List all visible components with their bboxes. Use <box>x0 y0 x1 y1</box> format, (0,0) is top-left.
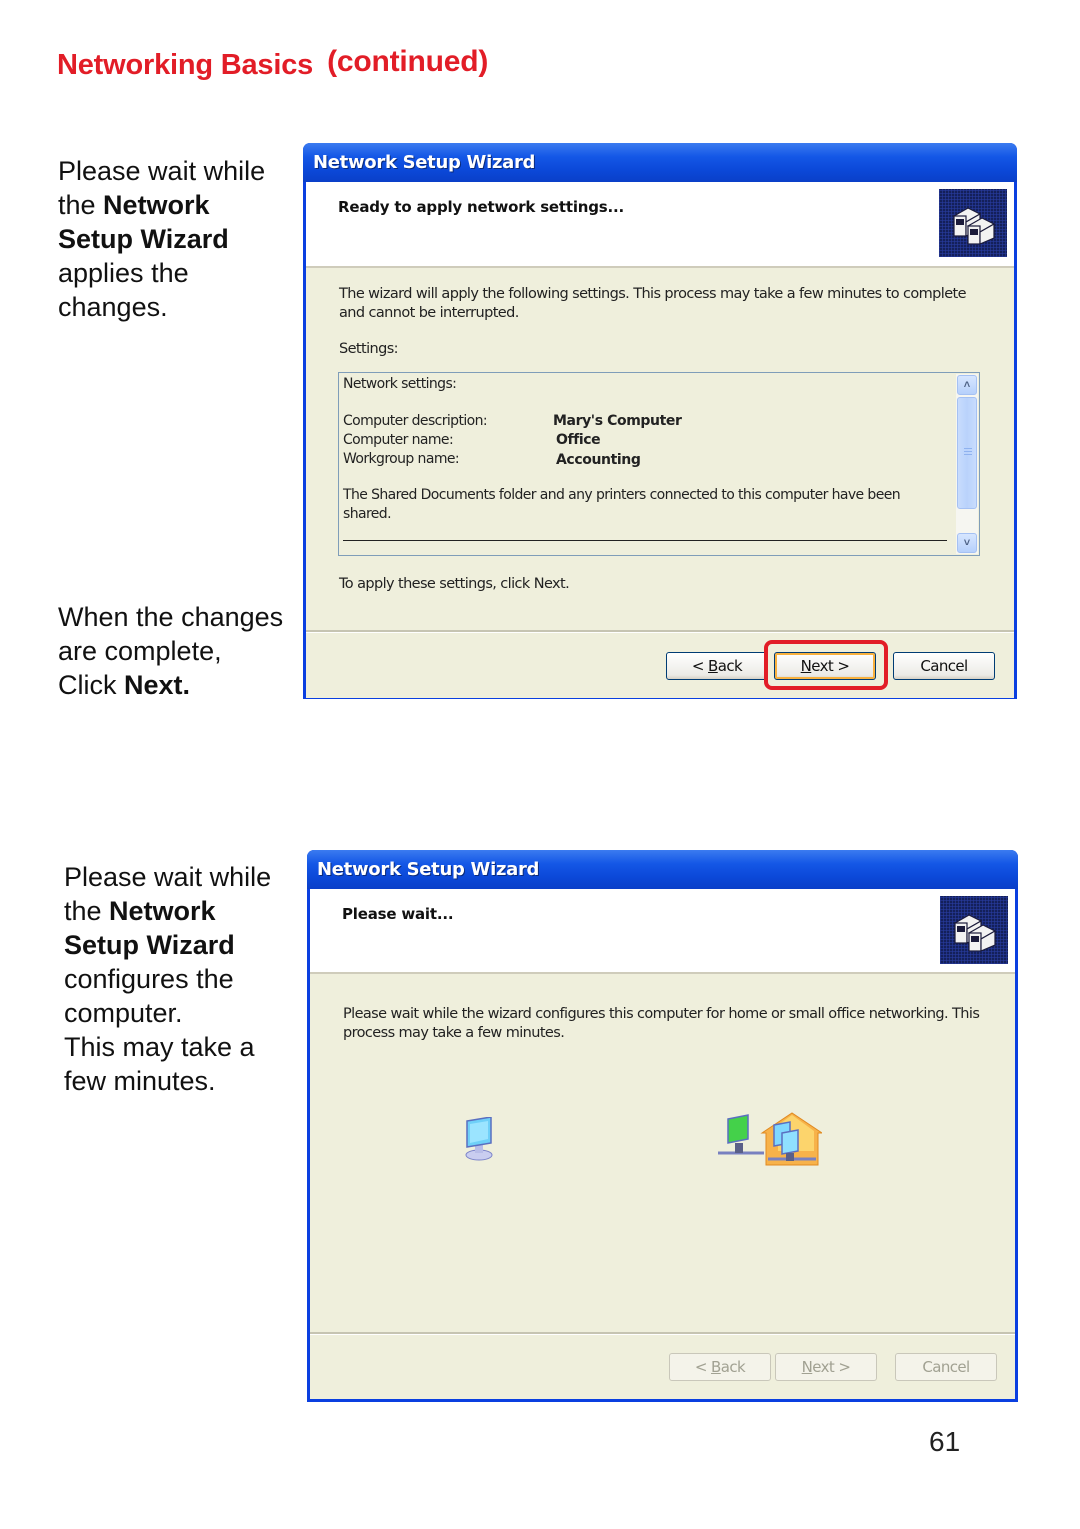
instruction-line: changes. <box>58 292 168 322</box>
setting-label: Workgroup name: <box>343 451 460 467</box>
scroll-thumb[interactable] <box>957 397 977 509</box>
next-button-highlight <box>764 640 888 690</box>
scroll-up-button[interactable]: ˄ <box>957 375 977 395</box>
next-button[interactable]: Next > <box>775 1353 877 1381</box>
wizard-header-title: Please wait... <box>342 905 454 923</box>
setting-value: Accounting <box>556 452 641 468</box>
intro-line: Please wait while the wizard configures … <box>343 1006 980 1022</box>
network-computers-icon <box>939 189 1007 257</box>
settings-label: Settings: <box>339 341 399 357</box>
button-label: ext > <box>812 1358 851 1376</box>
intro-line: and cannot be interrupted. <box>339 305 519 321</box>
page-number: 61 <box>929 1426 961 1457</box>
button-label: ack <box>720 1358 746 1376</box>
page-heading-title: Networking Basics <box>57 49 314 81</box>
wizard-header: Please wait... <box>310 889 1015 974</box>
intro-line: process may take a few minutes. <box>343 1025 565 1041</box>
instruction-bold: Setup Wizard <box>64 930 235 960</box>
instruction-click-next: When the changes are complete, Click Nex… <box>58 600 283 702</box>
window-title: Network Setup Wizard <box>317 859 540 880</box>
apply-hint: To apply these settings, click Next. <box>339 576 570 592</box>
back-button[interactable]: < Back <box>666 652 768 680</box>
intro-text: Please wait while the wizard configures … <box>343 1005 980 1043</box>
button-accel: B <box>711 1358 721 1376</box>
network-computers-icon <box>940 896 1008 964</box>
instruction-line: computer. <box>64 998 183 1028</box>
instruction-line: are complete, <box>58 636 222 666</box>
page-heading: Networking Basics (continued) <box>57 45 489 82</box>
wizard-footer: < Back Next > Cancel <box>306 630 1014 698</box>
wizard-header: Ready to apply network settings... <box>306 182 1014 268</box>
grip-icon <box>964 448 972 449</box>
instruction-line: Please wait while <box>58 156 266 186</box>
instruction-configure: Please wait while the Network Setup Wiza… <box>64 860 271 1098</box>
intro-line: The wizard will apply the following sett… <box>339 286 967 302</box>
button-label: < <box>694 1358 712 1376</box>
instruction-bold: Next. <box>124 670 191 700</box>
wizard-window-apply: Network Setup Wizard Ready to apply netw… <box>303 143 1017 699</box>
settings-heading: Network settings: <box>343 376 457 392</box>
setting-value: Office <box>556 432 601 448</box>
button-label: Cancel <box>922 1358 970 1376</box>
cancel-button[interactable]: Cancel <box>893 652 995 680</box>
button-accel: N <box>801 1358 813 1376</box>
instruction-bold: Setup Wizard <box>58 224 229 254</box>
shared-note-line: The Shared Documents folder and any prin… <box>343 487 901 503</box>
grip-icon <box>964 451 972 452</box>
grip-icon <box>964 454 972 455</box>
back-button[interactable]: < Back <box>669 1353 771 1381</box>
instruction-text: Click <box>58 670 124 700</box>
instruction-line: When the changes <box>58 602 284 632</box>
shared-note-line: shared. <box>343 506 392 522</box>
instruction-line: Please wait while <box>64 862 272 892</box>
settings-scrollbar[interactable]: ˄ ˅ <box>956 374 978 554</box>
page-heading-suffix: (continued) <box>327 45 489 78</box>
cancel-button[interactable]: Cancel <box>895 1353 997 1381</box>
home-network-icon <box>718 1111 824 1172</box>
computer-icon <box>463 1116 495 1166</box>
instruction-line: Setup Wizard <box>64 928 271 962</box>
setting-value: Mary's Computer <box>553 413 682 429</box>
intro-text: The wizard will apply the following sett… <box>339 285 967 323</box>
wizard-window-wait: Network Setup Wizard Please wait... Plea… <box>307 850 1018 1402</box>
wizard-footer: < Back Next > Cancel <box>310 1332 1015 1399</box>
chevron-up-icon: ˄ <box>963 379 971 391</box>
button-label: Cancel <box>920 657 968 675</box>
instruction-line: Click Next. <box>58 668 283 702</box>
instruction-text: the <box>58 190 104 220</box>
instruction-line: the Network <box>58 188 265 222</box>
wizard-body: Please wait while the wizard configures … <box>310 974 1015 1332</box>
scroll-down-button[interactable]: ˅ <box>957 533 977 553</box>
settings-divider <box>343 540 947 541</box>
settings-textbox[interactable]: Network settings: Computer description: … <box>338 372 980 556</box>
instruction-apply: Please wait while the Network Setup Wiza… <box>58 154 265 324</box>
instruction-bold: Network <box>103 190 210 220</box>
wizard-body: The wizard will apply the following sett… <box>306 268 1014 630</box>
window-titlebar[interactable]: Network Setup Wizard <box>307 850 1018 889</box>
instruction-line: This may take a <box>64 1032 255 1062</box>
button-label: < <box>691 657 709 675</box>
instruction-line: the Network <box>64 894 271 928</box>
instruction-line: Setup Wizard <box>58 222 265 256</box>
button-label: ack <box>717 657 743 675</box>
instruction-line: few minutes. <box>64 1066 216 1096</box>
wizard-header-title: Ready to apply network settings... <box>338 198 625 216</box>
instruction-bold: Network <box>109 896 216 926</box>
window-title: Network Setup Wizard <box>313 152 536 173</box>
instruction-line: applies the <box>58 258 189 288</box>
instruction-text: the <box>64 896 110 926</box>
window-titlebar[interactable]: Network Setup Wizard <box>303 143 1017 182</box>
setting-label: Computer description: <box>343 413 488 429</box>
instruction-line: configures the <box>64 964 234 994</box>
button-accel: B <box>708 657 718 675</box>
setting-label: Computer name: <box>343 432 454 448</box>
chevron-down-icon: ˅ <box>963 537 971 549</box>
